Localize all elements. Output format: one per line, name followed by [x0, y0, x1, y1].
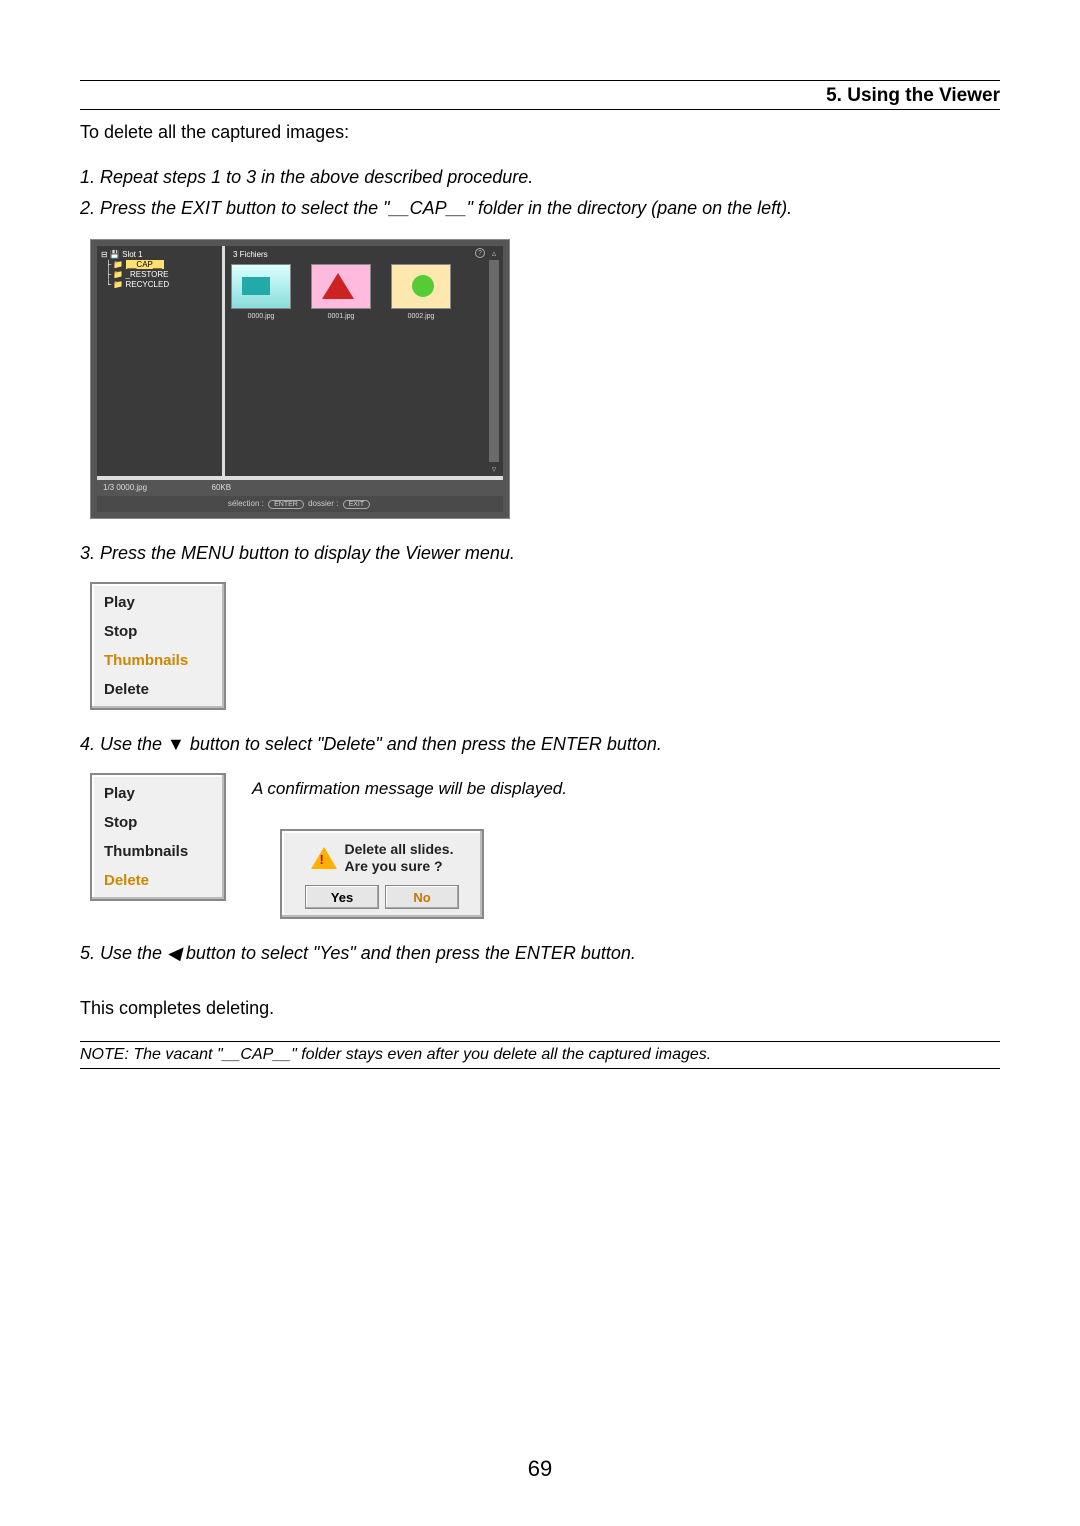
- exit-key-pill: EXIT: [343, 500, 371, 509]
- confirm-dialog: Delete all slides. Are you sure ? Yes No: [280, 829, 484, 919]
- scroll-down-icon[interactable]: ▿: [489, 464, 499, 474]
- closing-text: This completes deleting.: [80, 998, 1000, 1019]
- confirmation-note: A confirmation message will be displayed…: [252, 779, 567, 799]
- menu-delete[interactable]: Delete: [92, 866, 224, 895]
- thumbnail-filename: 0002.jpg: [391, 313, 451, 320]
- scroll-up-icon[interactable]: ▵: [489, 248, 499, 258]
- no-button[interactable]: No: [385, 885, 459, 909]
- directory-tree: ⊟ 💾 Slot 1 ├ 📁 __CAP__ ├ 📁 _RESTORE └ 📁 …: [97, 246, 222, 476]
- menu-stop[interactable]: Stop: [92, 808, 224, 837]
- help-icon[interactable]: ?: [475, 248, 485, 258]
- menu-delete[interactable]: Delete: [92, 675, 224, 704]
- viewer-menu: Play Stop Thumbnails Delete: [90, 582, 226, 710]
- step-2: 2. Press the EXIT button to select the "…: [80, 198, 1000, 219]
- intro-text: To delete all the captured images:: [80, 122, 1000, 143]
- step-1: 1. Repeat steps 1 to 3 in the above desc…: [80, 167, 1000, 188]
- yes-button[interactable]: Yes: [305, 885, 379, 909]
- warning-icon: [311, 847, 337, 869]
- tree-folder-restore[interactable]: _RESTORE: [126, 270, 169, 279]
- menu-thumbnails[interactable]: Thumbnails: [92, 837, 224, 866]
- page-number: 69: [0, 1456, 1080, 1482]
- hint-label: dossier :: [308, 499, 338, 508]
- menu-play[interactable]: Play: [92, 588, 224, 617]
- thumbnail-item[interactable]: 0002.jpg: [391, 264, 451, 320]
- tree-root: ⊟ 💾 Slot 1: [101, 250, 218, 260]
- thumbnail-item[interactable]: 0001.jpg: [311, 264, 371, 320]
- thumbnail-filename: 0001.jpg: [311, 313, 371, 320]
- menu-stop[interactable]: Stop: [92, 617, 224, 646]
- dialog-line2: Are you sure ?: [345, 858, 454, 875]
- scrollbar[interactable]: [489, 260, 499, 462]
- menu-thumbnails[interactable]: Thumbnails: [92, 646, 224, 675]
- dialog-line1: Delete all slides.: [345, 841, 454, 858]
- thumbnail-pane: 3 Fichiers ? ▵ ▿ 0000.jpg 0001.jpg: [225, 246, 503, 476]
- file-count: 3 Fichiers: [233, 250, 268, 259]
- status-size: 60KB: [212, 483, 232, 492]
- section-header: 5. Using the Viewer: [80, 85, 1000, 110]
- step-5: 5. Use the ◀ button to select "Yes" and …: [80, 943, 1000, 964]
- status-file: 1/3 0000.jpg: [103, 483, 147, 492]
- thumbnail-image: [311, 264, 371, 309]
- thumbnail-image: [231, 264, 291, 309]
- thumbnail-filename: 0000.jpg: [231, 313, 291, 320]
- viewer-screenshot: ⊟ 💾 Slot 1 ├ 📁 __CAP__ ├ 📁 _RESTORE └ 📁 …: [90, 239, 510, 519]
- thumbnail-item[interactable]: 0000.jpg: [231, 264, 291, 320]
- step-3: 3. Press the MENU button to display the …: [80, 543, 1000, 564]
- tree-folder-recycled[interactable]: RECYCLED: [126, 280, 170, 289]
- note-text: NOTE: The vacant "__CAP__" folder stays …: [80, 1042, 1000, 1069]
- hint-label: sélection :: [228, 499, 264, 508]
- enter-key-pill: ENTER: [268, 500, 304, 509]
- hint-bar: sélection : ENTER dossier : EXIT: [97, 496, 503, 512]
- tree-folder-cap[interactable]: __CAP__: [126, 260, 164, 269]
- step-4: 4. Use the ▼ button to select "Delete" a…: [80, 734, 1000, 755]
- menu-play[interactable]: Play: [92, 779, 224, 808]
- viewer-menu-delete-selected: Play Stop Thumbnails Delete: [90, 773, 226, 901]
- thumbnail-image: [391, 264, 451, 309]
- status-bar: 1/3 0000.jpg 60KB: [97, 480, 503, 496]
